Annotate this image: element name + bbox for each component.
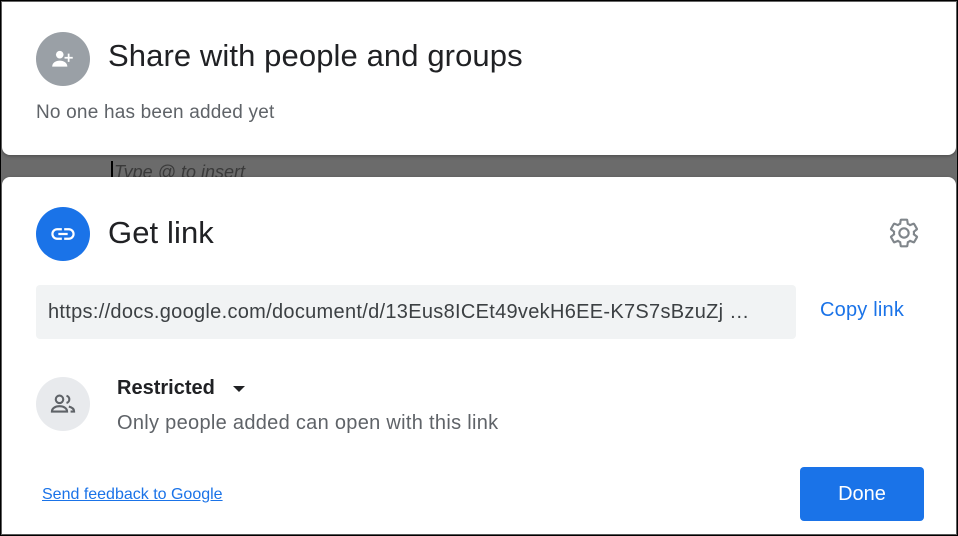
- share-title: Share with people and groups: [108, 38, 523, 73]
- access-level-label: Restricted: [117, 377, 215, 399]
- person-add-icon-svg: [52, 50, 73, 67]
- send-feedback-link[interactable]: Send feedback to Google: [42, 486, 223, 504]
- access-description: Only people added can open with this lin…: [117, 412, 499, 434]
- link-url-field[interactable]: https://docs.google.com/document/d/13Eus…: [36, 285, 796, 339]
- share-card: Share with people and groups No one has …: [2, 2, 956, 155]
- access-level-dropdown[interactable]: Restricted: [117, 377, 245, 400]
- share-empty-message: No one has been added yet: [36, 102, 275, 123]
- done-button[interactable]: Done: [800, 467, 924, 521]
- copy-link-button[interactable]: Copy link: [820, 299, 904, 322]
- link-icon-svg: [51, 228, 75, 240]
- person-add-icon: [36, 32, 90, 86]
- dropdown-arrow-icon: [232, 385, 245, 392]
- get-link-title: Get link: [108, 215, 214, 250]
- link-settings-button[interactable]: [886, 215, 922, 251]
- gear-icon: [889, 218, 919, 248]
- people-icon-svg: [50, 394, 76, 413]
- link-icon: [36, 207, 90, 261]
- people-icon: [36, 377, 90, 431]
- get-link-card: Get link https://docs.google.com/documen…: [2, 177, 956, 534]
